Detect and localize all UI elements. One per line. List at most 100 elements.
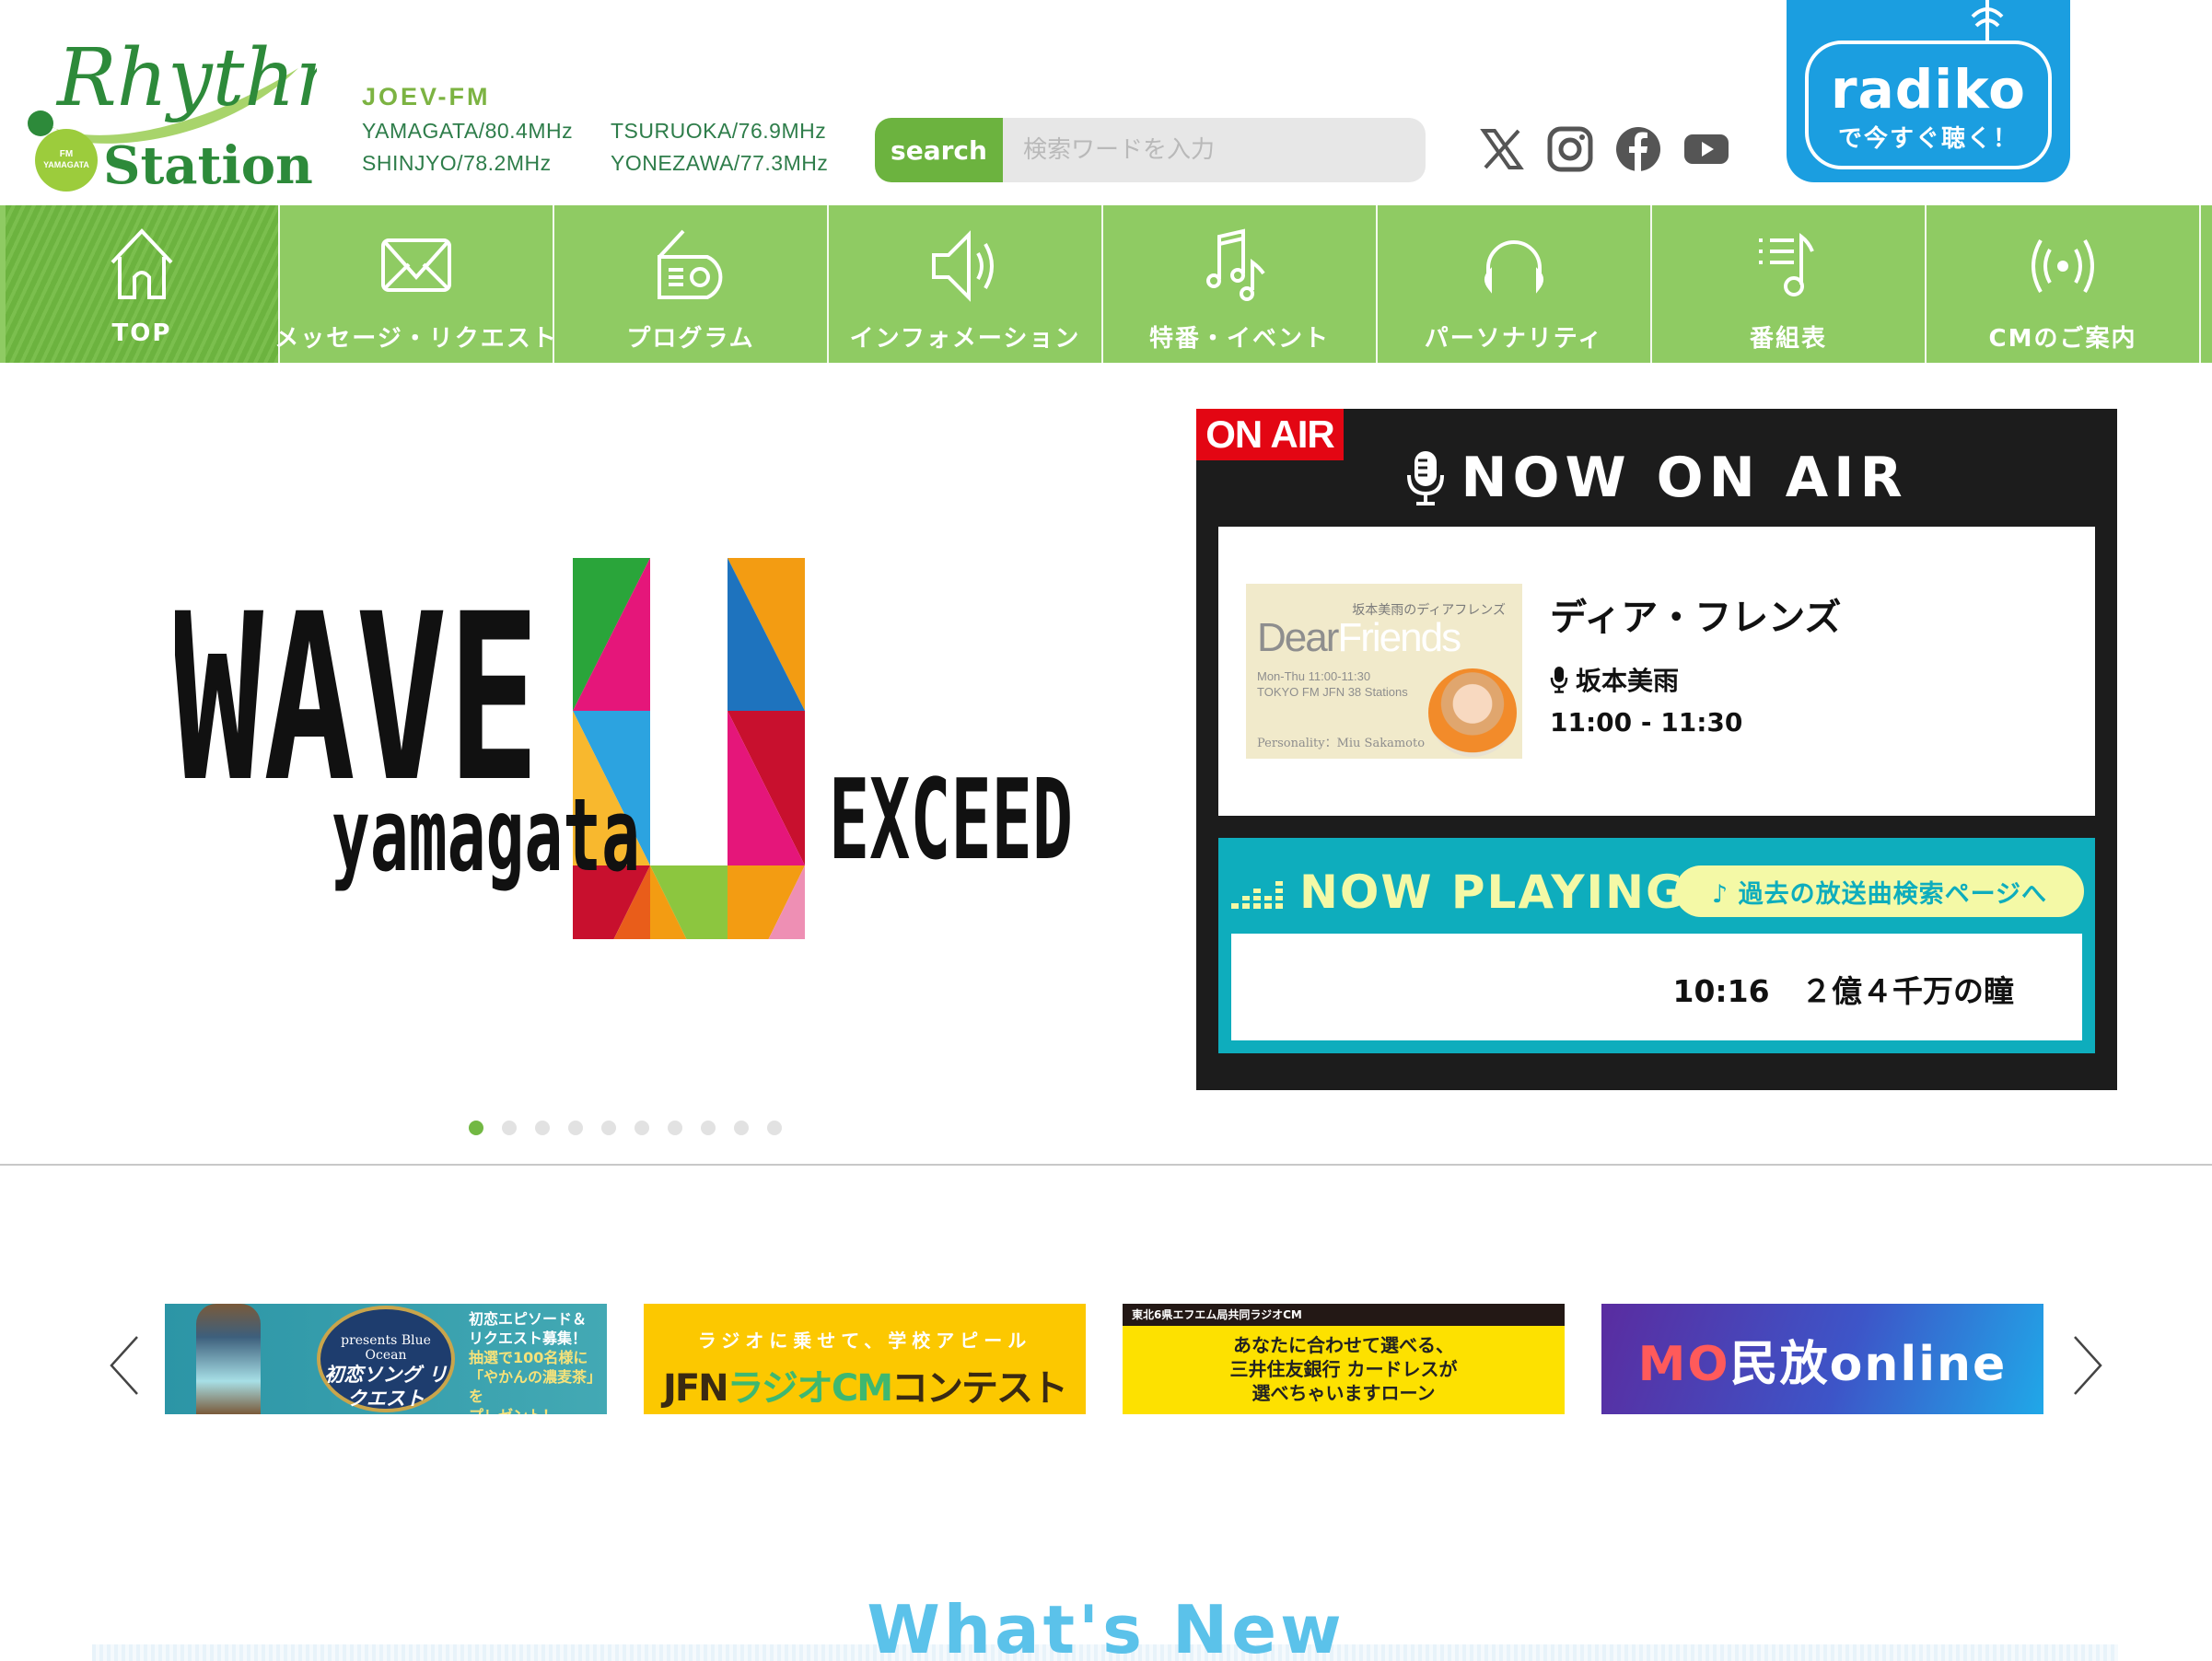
facebook-link[interactable] [1614,125,1662,173]
nav-item-personality[interactable]: パーソナリティ [1378,205,1652,363]
nav-item-cm-info[interactable]: CMのご案内 [1927,205,2201,363]
slider-dot[interactable] [634,1121,649,1135]
x-link[interactable] [1478,125,1526,173]
program-time: 11:00 - 11:30 [1550,707,1743,738]
nav-label: パーソナリティ [1424,325,1604,353]
youtube-link[interactable] [1682,125,1730,173]
site-logo[interactable]: Rhythm FM YAMAGATA Station [13,13,370,196]
nav-item-top[interactable]: TOP [6,205,280,363]
slider-dot[interactable] [701,1121,716,1135]
banner-copy: あなたに合わせて選べる、 三井住友銀行 カードレスが 選べちゃいますローン [1229,1334,1458,1404]
current-program-card[interactable]: 坂本美雨のディアフレンズ DearFriends Mon-Thu 11:00-1… [1218,527,2095,816]
nav-label: CMのご案内 [1988,325,2137,353]
slider-dot[interactable] [767,1121,782,1135]
nav-label: インフォメーション [849,325,1081,353]
radiko-antenna [1985,0,1989,41]
slider-dot[interactable] [601,1121,616,1135]
slider-dot[interactable] [568,1121,583,1135]
program-personality: 坂本美雨 [1550,661,1679,698]
chevron-left-icon [110,1336,138,1395]
radiko-button[interactable]: radiko で今すぐ聴く！ [1787,0,2070,182]
search-form: search [875,118,1426,182]
nav-label: 特番・イベント [1148,325,1330,353]
search-input[interactable] [1003,118,1426,182]
nav-item-program[interactable]: プログラム [554,205,829,363]
nav-label: TOP [111,319,172,347]
banner-medal: presents Blue Ocean 初恋ソング リクエスト [317,1306,455,1412]
nav-item-message-request[interactable]: メッセージ・リクエスト [274,205,556,363]
slider-dot[interactable] [502,1121,517,1135]
minpo-online-logo: MO民放online [1637,1336,2008,1392]
song-entry: 10:16 ２億４千万の瞳 [1672,967,2014,1011]
page: Rhythm FM YAMAGATA Station JOEV-FM YAMAG… [0,0,2212,1661]
call-sign: JOEV-FM [362,83,491,110]
slider-dot[interactable] [535,1121,550,1135]
svg-text:YAMAGATA: YAMAGATA [43,160,89,169]
song-title: ２億４千万の瞳 [1801,973,2014,1009]
banner-header: 東北6県エフエム局共同ラジオCM [1123,1304,1565,1326]
now-playing-label: NOW PLAYING [1299,865,1686,919]
main-nav: TOP メッセージ・リクエスト プログラム インフォメーション 特番・イベント … [0,205,2212,363]
headphones-icon [1484,240,1543,294]
facebook-icon [1616,127,1660,173]
svg-text:Station: Station [103,135,313,192]
slider-dot[interactable] [734,1121,749,1135]
speaker-icon [932,230,994,302]
banner-subtitle: ラジオに乗せて、学校アピール [697,1330,1032,1352]
banner-jfn-radio-cm-contest[interactable]: ラジオに乗せて、学校アピール JFNラジオCMコンテスト2024 [644,1304,1086,1414]
wave-yamagata-exceed-logo: WAVE yamagata EXCEED [171,558,1073,1328]
station-frequencies: JOEV-FM YAMAGATA/80.4MHz TSURUOKA/76.9MH… [362,83,841,176]
instagram-link[interactable] [1546,125,1594,173]
search-button[interactable]: search [875,118,1003,182]
microphone-icon [1407,451,1445,505]
chevron-right-icon [2074,1336,2102,1395]
section-divider [0,1164,2212,1166]
slider-dot[interactable] [668,1121,682,1135]
hero-slide-image[interactable]: WAVE yamagata EXCEED [171,552,1073,1328]
thumb-schedule: Mon-Thu 11:00-11:30 TOKYO FM JFN 38 Stati… [1257,669,1408,699]
banner-prev-button[interactable] [106,1333,143,1398]
radio-icon [658,229,723,299]
now-playing-heading: NOW PLAYING [1231,865,1685,919]
personality-name: 坂本美雨 [1576,666,1680,696]
thumb-title: DearFriends [1257,615,1461,660]
now-playing-box: NOW PLAYING ♪ 過去の放送曲検索ページへ 10:16 ２億４千万の瞳 [1218,838,2095,1053]
nav-item-timetable[interactable]: 番組表 [1652,205,1927,363]
tea-bottle-image [196,1304,261,1414]
program-name[interactable]: ディア・フレンズ [1550,587,1841,641]
nav-item-special-events[interactable]: 特番・イベント [1103,205,1378,363]
banner-smbc-cardless-loan[interactable]: 東北6県エフエム局共同ラジオCM あなたに合わせて選べる、 三井住友銀行 カード… [1123,1304,1565,1414]
exceed-text: EXCEED [829,757,1073,885]
frequency-yonezawa: YONEZAWA/77.3MHz [611,151,829,175]
nav-label: 番組表 [1749,325,1827,353]
envelope-icon [381,238,451,292]
radiko-tagline: で今すぐ聴く！ [1837,125,2019,153]
frequency-shinjyo: SHINJYO/78.2MHz [362,151,552,175]
banner-title: JFNラジオCMコンテスト2024 [662,1367,1068,1414]
microphone-icon [1550,667,1568,693]
past-songs-search-link[interactable]: ♪ 過去の放送曲検索ページへ [1675,865,2084,917]
slider-dot[interactable] [469,1121,483,1135]
thumb-personality: Personality：Miu Sakamoto [1257,737,1426,750]
rhythm-station-logo: Rhythm FM YAMAGATA Station [28,32,370,196]
banner-next-button[interactable] [2069,1333,2106,1398]
nav-label: プログラム [626,325,755,353]
slider-pagination [469,1121,782,1135]
music-notes-icon [1206,228,1265,301]
frequency-yamagata: YAMAGATA/80.4MHz [362,119,574,143]
now-on-air-title: NOW ON AIR [1461,446,1908,510]
nav-item-information[interactable]: インフォメーション [829,205,1103,363]
banner-side-text: 初恋エピソード＆ リクエスト募集！ 抽選で100名様に 「やかんの濃麦茶」を プ… [469,1310,602,1414]
song-time: 10:16 [1672,973,1770,1009]
program-thumbnail[interactable]: 坂本美雨のディアフレンズ DearFriends Mon-Thu 11:00-1… [1246,584,1522,759]
radiko-brand: radiko [1830,58,2026,121]
frequency-tsuruoka: TSURUOKA/76.9MHz [611,119,827,143]
now-playing-song: 10:16 ２億４千万の瞳 [1231,934,2082,1040]
broadcast-icon [2032,239,2094,293]
social-links [1478,125,1730,173]
whats-new-heading: What's New [867,1591,1345,1661]
on-air-panel: ON AIR NOW ON AIR 坂本美雨のディアフレンズ DearFrien… [1196,409,2117,1090]
banner-hatsukoi-song-request[interactable]: presents Blue Ocean 初恋ソング リクエスト 初恋エピソード＆… [165,1304,607,1414]
banner-minpo-online[interactable]: MO民放online [1601,1304,2043,1414]
youtube-icon [1684,134,1729,164]
